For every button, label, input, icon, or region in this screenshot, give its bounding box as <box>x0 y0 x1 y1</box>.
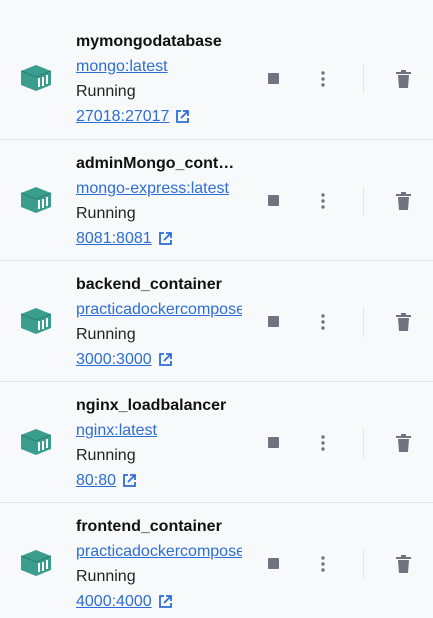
container-name: backend_container <box>76 276 222 293</box>
container-name: frontend_container <box>76 518 222 535</box>
stop-button[interactable] <box>268 558 279 569</box>
container-info: backend_container practicadockercompose … <box>76 272 242 372</box>
container-port-link[interactable]: 80:80 <box>76 468 242 493</box>
container-status: Running <box>76 568 136 585</box>
container-info: mymongodatabase mongo:latest Running 270… <box>76 29 242 129</box>
kebab-menu-icon[interactable] <box>317 434 329 452</box>
port-label: 3000:3000 <box>76 351 152 368</box>
container-info: frontend_container practicadockercompose… <box>76 514 242 614</box>
container-port-link[interactable]: 27018:27017 <box>76 104 242 129</box>
container-cube-icon <box>20 187 52 213</box>
container-image-link[interactable]: mongo-express:latest <box>76 176 242 201</box>
external-link-icon <box>158 353 172 366</box>
container-row[interactable]: nginx_loadbalancer nginx:latest Running … <box>0 382 433 503</box>
trash-icon[interactable] <box>396 555 411 573</box>
kebab-menu-icon[interactable] <box>317 555 329 573</box>
container-port-link[interactable]: 8081:8081 <box>76 226 242 251</box>
container-name: mymongodatabase <box>76 33 222 50</box>
divider <box>363 428 364 458</box>
container-port-link[interactable]: 3000:3000 <box>76 347 242 372</box>
container-status: Running <box>76 83 136 100</box>
stop-button[interactable] <box>268 73 279 84</box>
port-label: 27018:27017 <box>76 108 170 125</box>
divider <box>363 186 364 216</box>
external-link-icon <box>158 595 172 608</box>
kebab-menu-icon[interactable] <box>317 313 329 331</box>
container-status: Running <box>76 205 136 222</box>
trash-icon[interactable] <box>396 434 411 452</box>
container-name: adminMongo_cont… <box>76 155 235 172</box>
container-cube-icon <box>20 429 52 455</box>
divider <box>363 549 364 579</box>
stop-button[interactable] <box>268 316 279 327</box>
trash-icon[interactable] <box>396 192 411 210</box>
container-image-link[interactable]: practicadockercompose <box>76 539 242 564</box>
container-status: Running <box>76 447 136 464</box>
stop-button[interactable] <box>268 437 279 448</box>
divider <box>363 307 364 337</box>
container-image-link[interactable]: practicadockercompose <box>76 297 242 322</box>
trash-icon[interactable] <box>396 313 411 331</box>
container-info: nginx_loadbalancer nginx:latest Running … <box>76 393 242 493</box>
container-port-link[interactable]: 4000:4000 <box>76 589 242 614</box>
container-row[interactable]: backend_container practicadockercompose … <box>0 261 433 382</box>
divider <box>363 64 364 94</box>
kebab-menu-icon[interactable] <box>317 192 329 210</box>
stop-button[interactable] <box>268 195 279 206</box>
container-cube-icon <box>20 65 52 91</box>
container-row[interactable]: frontend_container practicadockercompose… <box>0 503 433 617</box>
kebab-menu-icon[interactable] <box>317 70 329 88</box>
container-status: Running <box>76 326 136 343</box>
external-link-icon <box>158 232 172 245</box>
container-image-link[interactable]: mongo:latest <box>76 54 242 79</box>
container-row[interactable]: adminMongo_cont… mongo-express:latest Ru… <box>0 140 433 261</box>
port-label: 4000:4000 <box>76 593 152 610</box>
port-label: 80:80 <box>76 472 117 489</box>
container-row[interactable]: mymongodatabase mongo:latest Running 270… <box>0 0 433 140</box>
container-list: mymongodatabase mongo:latest Running 270… <box>0 0 433 617</box>
container-cube-icon <box>20 308 52 334</box>
container-info: adminMongo_cont… mongo-express:latest Ru… <box>76 151 242 251</box>
container-name: nginx_loadbalancer <box>76 397 227 414</box>
port-label: 8081:8081 <box>76 230 152 247</box>
trash-icon[interactable] <box>396 70 411 88</box>
external-link-icon <box>176 110 190 123</box>
container-cube-icon <box>20 550 52 576</box>
external-link-icon <box>123 474 136 487</box>
container-image-link[interactable]: nginx:latest <box>76 418 242 443</box>
